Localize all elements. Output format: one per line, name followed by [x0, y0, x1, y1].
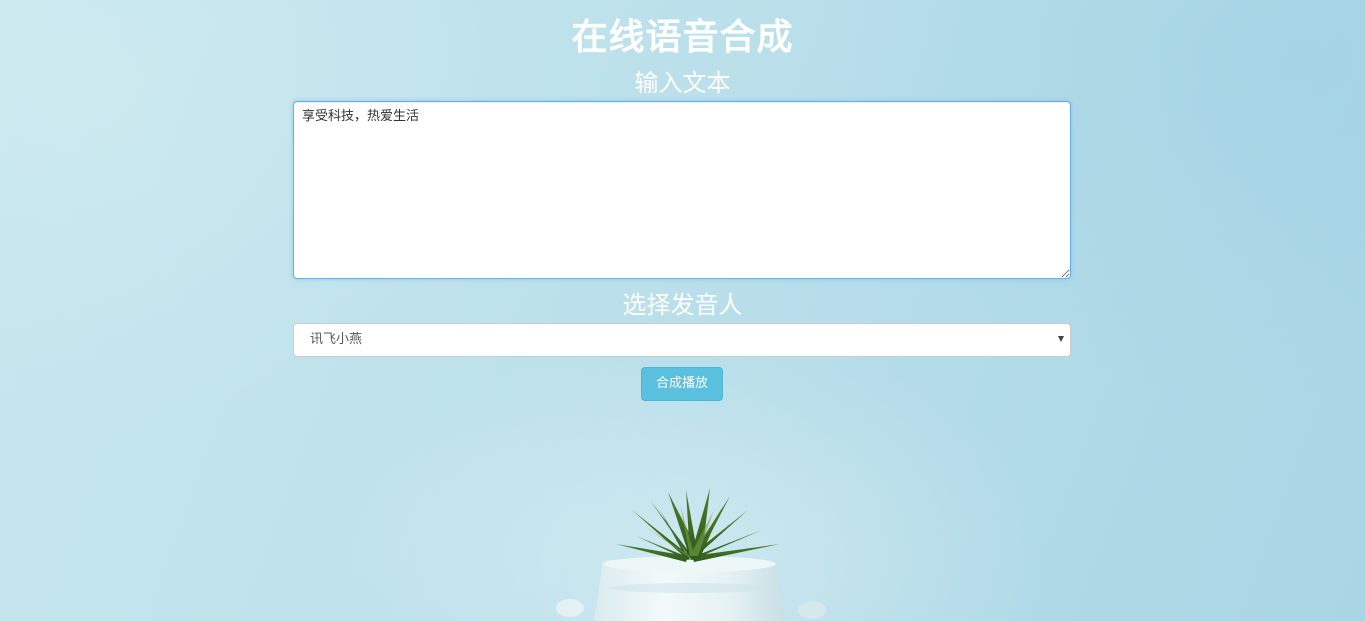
chevron-down-icon	[1058, 336, 1064, 342]
voice-select[interactable]: 讯飞小燕	[293, 323, 1071, 357]
synthesize-play-button[interactable]: 合成播放	[641, 367, 723, 401]
voice-select-label: 选择发音人	[622, 291, 743, 319]
page-title: 在线语音合成	[571, 17, 794, 58]
text-input[interactable]: 享受科技，热爱生活	[293, 101, 1071, 279]
input-text-label: 输入文本	[634, 69, 731, 97]
succulent-plant-image	[556, 488, 826, 621]
voice-select-value: 讯飞小燕	[310, 332, 363, 347]
